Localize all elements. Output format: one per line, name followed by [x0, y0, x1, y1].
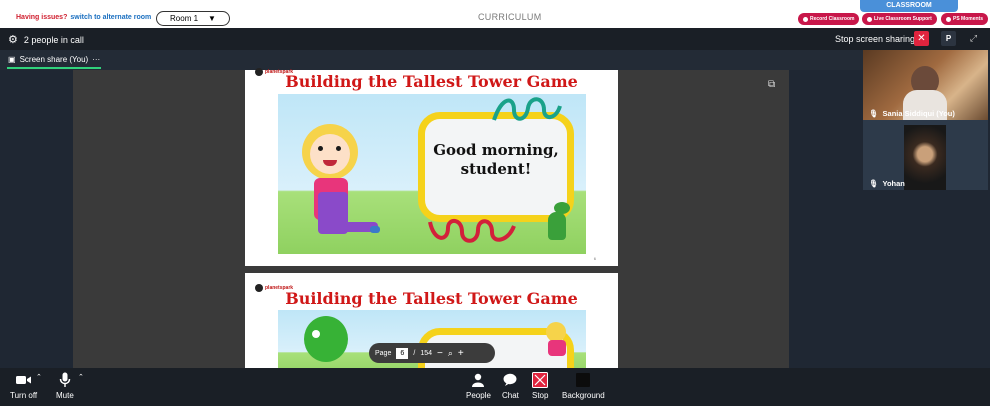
gear-icon[interactable]: ⚙ — [8, 33, 18, 46]
page-label: Page — [375, 349, 392, 357]
chat-button[interactable]: Chat — [502, 372, 519, 400]
mic-options-caret[interactable]: ⌃ — [78, 373, 84, 381]
page-toolbar: Page 6 / 154 − ⌕ + — [369, 343, 495, 363]
slide-illustration: Good morning, student! — [278, 94, 586, 254]
close-icon: ✕ — [917, 33, 926, 44]
record-classroom-button[interactable]: Record Classroom — [798, 13, 860, 25]
ps-moments-label: PS Moments — [953, 16, 984, 22]
classroom-tab[interactable]: CLASSROOM — [860, 0, 958, 12]
slide-title-2: Building the Tallest Tower Game — [285, 289, 578, 308]
live-support-label: Live Classroom Support — [874, 16, 932, 22]
page-separator: / — [413, 349, 416, 357]
greeting-text: Good morning, student! — [433, 141, 559, 178]
slide-page-number: 6 — [593, 256, 596, 261]
stop-share-icon — [532, 372, 549, 388]
participant-video-2 — [904, 125, 946, 190]
turn-off-label: Turn off — [10, 391, 38, 400]
record-classroom-label: Record Classroom — [810, 16, 855, 22]
page-number-input[interactable]: 6 — [396, 347, 409, 359]
bottom-toolbar — [0, 368, 990, 406]
mute-label: Mute — [56, 391, 74, 400]
red-coil — [428, 219, 516, 243]
stop-sharing-text[interactable]: Stop screen sharing — [835, 34, 915, 44]
participant-tile-1[interactable]: 🎙︎ Sania Siddiqui (You) — [863, 50, 988, 120]
camera-icon — [15, 372, 32, 388]
mic-icon: 🎙︎ — [869, 109, 879, 118]
page-bottom-edge — [0, 406, 1000, 413]
background-label: Background — [562, 391, 605, 400]
participant-name-1: 🎙︎ Sania Siddiqui (You) — [869, 109, 955, 118]
ps-moments-button[interactable]: PS Moments — [941, 13, 989, 25]
zoom-search-icon[interactable]: ⌕ — [448, 348, 453, 359]
background-icon — [576, 372, 591, 388]
zoom-in-icon[interactable]: + — [458, 348, 464, 359]
people-count-text: 2 people in call — [23, 34, 84, 45]
fullscreen-icon[interactable]: ⤢ — [966, 31, 981, 46]
viewer-margin — [789, 70, 862, 368]
camera-button[interactable]: Turn off — [10, 372, 37, 400]
mute-button[interactable]: Mute — [56, 372, 74, 400]
support-icon — [867, 16, 872, 22]
chat-label: Chat — [502, 391, 519, 400]
participant-name-2: 🎙︎ Yohan — [869, 179, 905, 188]
live-support-button[interactable]: Live Classroom Support — [862, 13, 937, 25]
zoom-out-icon[interactable]: − — [437, 348, 443, 359]
screen-icon: ▣ — [8, 55, 16, 64]
slide-title: Building the Tallest Tower Game — [285, 72, 578, 91]
mic-icon: 🎙︎ — [869, 179, 879, 188]
curriculum-label[interactable]: CURRICULUM — [478, 12, 542, 22]
room-select[interactable]: Room 1 ▼ — [156, 11, 230, 26]
people-label: People — [466, 391, 491, 400]
chevron-down-icon: ▼ — [208, 14, 216, 23]
dinosaur — [548, 212, 566, 240]
greeting-board: Good morning, student! — [418, 112, 574, 222]
people-icon — [471, 372, 485, 388]
moments-icon — [946, 16, 951, 22]
page-right-edge — [990, 28, 1000, 413]
chat-icon — [503, 372, 517, 388]
people-button[interactable]: People — [466, 372, 491, 400]
issue-notice: Having issues? switch to alternate room — [16, 14, 151, 21]
stop-share-button[interactable]: Stop — [532, 372, 548, 400]
issue-text: Having issues? — [16, 14, 68, 21]
p-button[interactable]: P — [941, 31, 956, 46]
page-total: 154 — [420, 349, 432, 357]
share-tab-bar — [0, 50, 990, 70]
record-icon — [803, 16, 808, 22]
microphone-icon — [59, 372, 71, 388]
slide-illustration-2 — [278, 310, 586, 373]
room-select-value: Room 1 — [170, 14, 199, 23]
dinosaur-2 — [304, 316, 348, 362]
more-options-icon[interactable]: ··· — [92, 55, 100, 64]
screen-share-tab[interactable]: ▣ Screen share (You) ··· — [8, 55, 100, 64]
stop-sharing-close-button[interactable]: ✕ — [914, 31, 929, 46]
camera-options-caret[interactable]: ⌃ — [36, 373, 42, 381]
girl-2 — [546, 322, 566, 342]
screen-share-label: Screen share (You) — [19, 55, 89, 64]
popout-icon[interactable]: ⧉ — [768, 79, 775, 90]
girl-face — [310, 134, 350, 174]
background-button[interactable]: Background — [562, 372, 605, 400]
stop-label: Stop — [532, 391, 549, 400]
teal-coil — [492, 97, 562, 121]
slide-page-1: planetspark Building the Tallest Tower G… — [245, 68, 618, 266]
active-tab-indicator — [7, 67, 101, 69]
people-count: ⚙ 2 people in call — [8, 33, 84, 46]
alternate-room-link[interactable]: switch to alternate room — [70, 14, 151, 21]
